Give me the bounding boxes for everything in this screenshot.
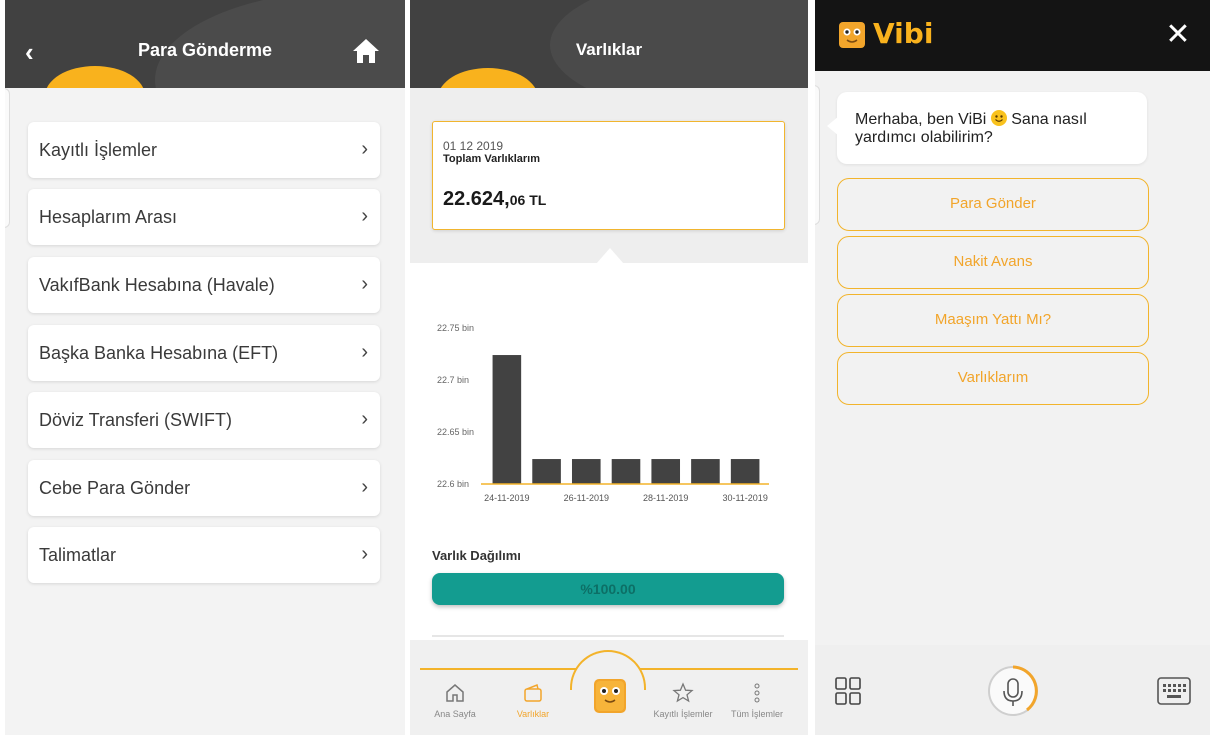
greeting-part-1: Merhaba, ben ViBi bbox=[855, 111, 987, 128]
more-vertical-icon bbox=[722, 680, 792, 706]
vibi-mascot-icon[interactable] bbox=[592, 677, 628, 715]
menu-item-label: Cebe Para Gönder bbox=[39, 478, 191, 498]
x-tick-label: 26-11-2019 bbox=[564, 493, 609, 503]
star-icon bbox=[648, 680, 718, 706]
card-pointer bbox=[596, 248, 624, 264]
vibi-screen: Vibi ✕ Merhaba, ben ViBi Sana nasıl yard… bbox=[815, 0, 1210, 735]
menu-item-cebe-para[interactable]: Cebe Para Gönder › bbox=[28, 460, 380, 516]
menu-item-label: Hesaplarım Arası bbox=[39, 207, 178, 227]
vibi-brand: Vibi bbox=[873, 17, 934, 50]
chat-bubble: Merhaba, ben ViBi Sana nasıl yardımcı ol… bbox=[827, 92, 1147, 164]
nav-kayitli-islemler[interactable]: Kayıtlı İşlemler bbox=[648, 680, 718, 719]
assets-bar-chart: 22.75 bin 22.7 bin 22.65 bin 22.6 bin 24-11-… bbox=[437, 323, 769, 503]
chart-bar[interactable] bbox=[611, 459, 641, 484]
close-icon[interactable]: ✕ bbox=[1165, 18, 1191, 52]
y-tick-label: 22.75 bin bbox=[437, 323, 474, 333]
x-tick-label: 28-11-2019 bbox=[643, 493, 688, 503]
amount-integer: 22.624, bbox=[443, 188, 510, 210]
side-tab bbox=[5, 88, 10, 228]
nav-label: Tüm İşlemler bbox=[730, 709, 783, 719]
menu-item-eft[interactable]: Başka Banka Hesabına (EFT) › bbox=[28, 325, 380, 381]
menu-item-label: Başka Banka Hesabına (EFT) bbox=[39, 343, 279, 363]
chevron-right-icon: › bbox=[361, 205, 368, 227]
chevron-right-icon: › bbox=[361, 543, 368, 565]
wallet-icon bbox=[498, 680, 568, 706]
y-tick-label: 22.6 bin bbox=[437, 479, 469, 489]
option-varliklarim[interactable]: Varlıklarım bbox=[837, 352, 1149, 405]
chevron-right-icon: › bbox=[361, 341, 368, 363]
menu-item-hesaplarim-arasi[interactable]: Hesaplarım Arası › bbox=[28, 189, 380, 245]
option-nakit-avans[interactable]: Nakit Avans bbox=[837, 236, 1149, 289]
menu-item-label: VakıfBank Hesabına (Havale) bbox=[39, 275, 275, 295]
divider bbox=[432, 635, 784, 637]
nav-label: Kayıtlı İşlemler bbox=[653, 709, 713, 719]
chart-bar[interactable] bbox=[651, 459, 681, 484]
header-sun-decoration bbox=[438, 68, 538, 88]
card-label: Toplam Varlıklarım bbox=[443, 153, 541, 165]
card-date: 01 12 2019 bbox=[443, 139, 504, 153]
transfer-screen: ‹ Para Gönderme Kayıtlı İşlemler › Hesap… bbox=[5, 0, 405, 735]
keyboard-icon[interactable] bbox=[1157, 677, 1191, 705]
page-title: Para Gönderme bbox=[137, 40, 273, 60]
nav-varliklar[interactable]: Varlıklar bbox=[498, 680, 568, 719]
vibi-logo-icon bbox=[838, 21, 866, 49]
nav-label: Ana Sayfa bbox=[434, 709, 476, 719]
option-maasim-yatti-mi[interactable]: Maaşım Yattı Mı? bbox=[837, 294, 1149, 347]
chart-bar[interactable] bbox=[571, 459, 601, 484]
bottom-nav: Ana Sayfa Varlıklar Kayıtlı İşlemler Tüm… bbox=[410, 640, 808, 735]
microphone-icon[interactable] bbox=[987, 665, 1039, 717]
menu-item-havale[interactable]: VakıfBank Hesabına (Havale) › bbox=[28, 257, 380, 313]
y-tick-label: 22.7 bin bbox=[437, 375, 469, 385]
distribution-title: Varlık Dağılımı bbox=[432, 548, 521, 563]
amount-decimal: 06 TL bbox=[509, 192, 547, 208]
chart-bar[interactable] bbox=[492, 355, 522, 484]
nav-label: Varlıklar bbox=[516, 709, 550, 719]
y-tick-label: 22.65 bin bbox=[437, 427, 474, 437]
chevron-right-icon: › bbox=[361, 476, 368, 498]
assets-screen: Varlıklar 01 12 2019 Toplam Varlıklarım … bbox=[410, 0, 808, 735]
greeting-message: Merhaba, ben ViBi Sana nasıl yardımcı ol… bbox=[855, 110, 1135, 147]
menu-item-label: Kayıtlı İşlemler bbox=[39, 140, 158, 160]
distribution-bar[interactable]: %100.00 bbox=[432, 573, 784, 605]
chevron-right-icon: › bbox=[361, 273, 368, 295]
header-sun-decoration bbox=[45, 66, 145, 88]
page-title: Varlıklar bbox=[575, 40, 643, 59]
chevron-right-icon: › bbox=[361, 138, 368, 160]
side-tab bbox=[815, 85, 820, 225]
chart-bar[interactable] bbox=[730, 459, 760, 484]
menu-item-talimatlar[interactable]: Talimatlar › bbox=[28, 527, 380, 583]
chart-bar[interactable] bbox=[691, 459, 720, 484]
total-assets-card[interactable]: 01 12 2019 Toplam Varlıklarım 22.624,06 … bbox=[432, 121, 785, 230]
chart-bar[interactable] bbox=[532, 459, 561, 484]
home-icon[interactable] bbox=[351, 36, 381, 66]
menu-item-swift[interactable]: Döviz Transferi (SWIFT) › bbox=[28, 392, 380, 448]
chevron-right-icon: › bbox=[361, 408, 368, 430]
grid-icon[interactable] bbox=[834, 676, 862, 706]
menu-item-kayitli-islemler[interactable]: Kayıtlı İşlemler › bbox=[28, 122, 380, 178]
nav-ana-sayfa[interactable]: Ana Sayfa bbox=[420, 680, 490, 719]
option-para-gonder[interactable]: Para Gönder bbox=[837, 178, 1149, 231]
x-tick-label: 24-11-2019 bbox=[484, 493, 529, 503]
total-amount: 22.624,06 TL bbox=[443, 188, 546, 211]
bubble-tail bbox=[827, 116, 839, 136]
menu-item-label: Talimatlar bbox=[39, 545, 117, 565]
home-icon bbox=[420, 680, 490, 706]
nav-tum-islemler[interactable]: Tüm İşlemler bbox=[722, 680, 792, 719]
menu-item-label: Döviz Transferi (SWIFT) bbox=[39, 410, 233, 430]
x-tick-label: 30-11-2019 bbox=[722, 493, 767, 503]
smile-emoji-icon bbox=[990, 110, 1007, 126]
